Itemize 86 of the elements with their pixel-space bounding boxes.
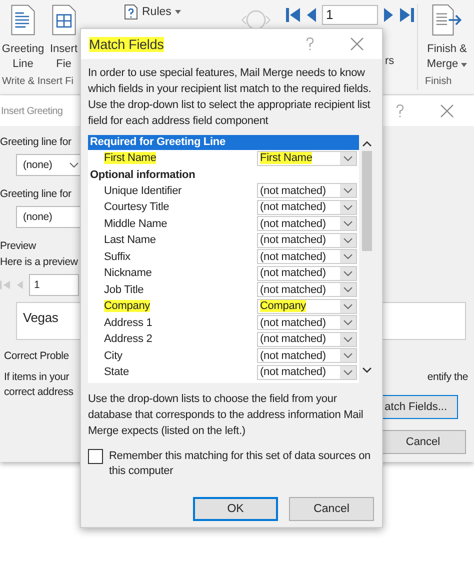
chevron-down-icon bbox=[340, 200, 356, 214]
rules-button[interactable]: Rules bbox=[124, 4, 182, 20]
chevron-down-icon bbox=[340, 332, 356, 346]
field-name: Job Title bbox=[104, 284, 144, 296]
table-document-icon bbox=[50, 4, 77, 36]
next-record-icon[interactable] bbox=[384, 7, 394, 23]
help-icon[interactable] bbox=[396, 104, 404, 118]
intro-text: In order to use special features, Mail Merge needs to know which fields in your recipient list match to the required fields. Use the drop-down list to select the appropriate recipient list field for each address field component bbox=[88, 66, 372, 129]
field-name: Address 2 bbox=[104, 333, 152, 346]
chevron-down-icon bbox=[340, 184, 356, 198]
remember-checkbox[interactable] bbox=[88, 449, 103, 464]
match-fields-button[interactable]: atch Fields... bbox=[382, 395, 458, 419]
field-name: State bbox=[104, 366, 129, 378]
chevron-down-icon bbox=[340, 316, 356, 330]
body-text: entify the bbox=[427, 370, 468, 385]
field-dropdown[interactable]: First Name bbox=[257, 150, 357, 166]
ok-button[interactable]: OK bbox=[193, 497, 278, 521]
preview-label: Preview bbox=[0, 239, 37, 254]
field-name: Courtesy Title bbox=[104, 201, 170, 214]
field-dropdown[interactable]: (not matched) bbox=[257, 282, 357, 298]
record-field[interactable]: 1 bbox=[322, 5, 378, 25]
chevron-down-icon bbox=[340, 300, 356, 313]
ribbon-label: rs bbox=[385, 55, 394, 67]
field-dropdown[interactable]: (not matched) bbox=[257, 348, 357, 364]
field-name: Nickname bbox=[104, 267, 152, 280]
document-icon bbox=[10, 4, 36, 36]
preview-intro: Here is a preview bbox=[0, 255, 79, 270]
field-dropdown[interactable]: (not matched) bbox=[257, 364, 357, 380]
field-name: Middle Name bbox=[104, 218, 168, 230]
close-icon[interactable] bbox=[440, 104, 454, 118]
list-group-header: Optional information bbox=[89, 168, 196, 182]
field-dropdown[interactable]: (not matched) bbox=[257, 315, 357, 330]
field-name: Last Name bbox=[104, 234, 156, 246]
field-name: Company bbox=[104, 300, 150, 312]
chevron-down-icon bbox=[340, 349, 356, 362]
chevron-down-icon bbox=[340, 217, 356, 230]
first-record-icon[interactable] bbox=[286, 7, 300, 23]
section-label: Correct Proble bbox=[4, 349, 69, 364]
cancel-button[interactable]: Cancel bbox=[289, 497, 374, 521]
help-text: Use the drop-down lists to choose the field from your database that corresponds to the address information Mail Merge expects (listed on the left.) bbox=[88, 392, 364, 439]
list-header: Required for Greeting Line bbox=[88, 135, 359, 150]
finish-merge-button[interactable]: Finish & Merge bbox=[420, 4, 474, 72]
field-dropdown[interactable]: (not matched) bbox=[257, 249, 357, 264]
format-label: Greeting line for bbox=[0, 135, 72, 150]
document-arrow-icon bbox=[431, 4, 463, 36]
field-dropdown[interactable]: (not matched) bbox=[257, 183, 357, 198]
field-name: City bbox=[104, 350, 122, 362]
field-name: Address 1 bbox=[104, 316, 152, 329]
chevron-up-icon[interactable] bbox=[362, 141, 372, 147]
body-text: correct address bbox=[4, 385, 74, 400]
previous-record-icon[interactable] bbox=[306, 7, 316, 23]
field-dropdown[interactable]: (not matched) bbox=[257, 232, 357, 248]
checkbox-label: Remember this matching for this set of data sources on this computer bbox=[109, 449, 372, 479]
field-name: First Name bbox=[104, 152, 156, 164]
dialog-title: Insert Greeting bbox=[1, 106, 63, 116]
field-name: Unique Identifier bbox=[104, 184, 182, 197]
group-label: Write & Insert Fi bbox=[2, 76, 74, 87]
invalid-label: Greeting line for bbox=[0, 187, 72, 202]
greeting-line-button[interactable]: Greeting Line bbox=[0, 4, 46, 72]
last-record-icon[interactable] bbox=[400, 7, 414, 23]
cancel-button[interactable]: Cancel bbox=[380, 430, 466, 454]
chevron-down-icon bbox=[340, 234, 356, 247]
chevron-down-icon bbox=[340, 152, 356, 165]
record-field[interactable]: 1 bbox=[29, 274, 79, 296]
insert-fields-button[interactable]: Insert Fie bbox=[50, 4, 78, 72]
caret-icon bbox=[175, 10, 182, 14]
preview-text: Vegas bbox=[23, 310, 58, 325]
chevron-down-icon bbox=[340, 283, 356, 296]
question-document-icon bbox=[124, 4, 138, 20]
body-text: If items in your bbox=[4, 370, 70, 385]
field-dropdown[interactable]: (not matched) bbox=[257, 266, 357, 281]
group-label: Finish bbox=[425, 76, 452, 87]
field-dropdown[interactable]: (not matched) bbox=[257, 200, 357, 215]
chevron-down-icon bbox=[340, 266, 356, 280]
chevron-down-icon[interactable] bbox=[362, 367, 372, 373]
field-name: Suffix bbox=[104, 250, 130, 263]
close-icon[interactable] bbox=[350, 37, 364, 51]
dialog-title: Match Fields bbox=[89, 36, 164, 52]
chevron-down-icon bbox=[340, 366, 356, 379]
field-dropdown[interactable]: (not matched) bbox=[257, 216, 357, 232]
chevron-down-icon bbox=[69, 162, 79, 168]
chevron-down-icon bbox=[340, 250, 356, 264]
field-dropdown[interactable]: Company bbox=[257, 298, 357, 314]
caret-icon bbox=[461, 62, 468, 66]
help-icon[interactable] bbox=[306, 37, 314, 51]
field-dropdown[interactable]: (not matched) bbox=[257, 332, 357, 347]
